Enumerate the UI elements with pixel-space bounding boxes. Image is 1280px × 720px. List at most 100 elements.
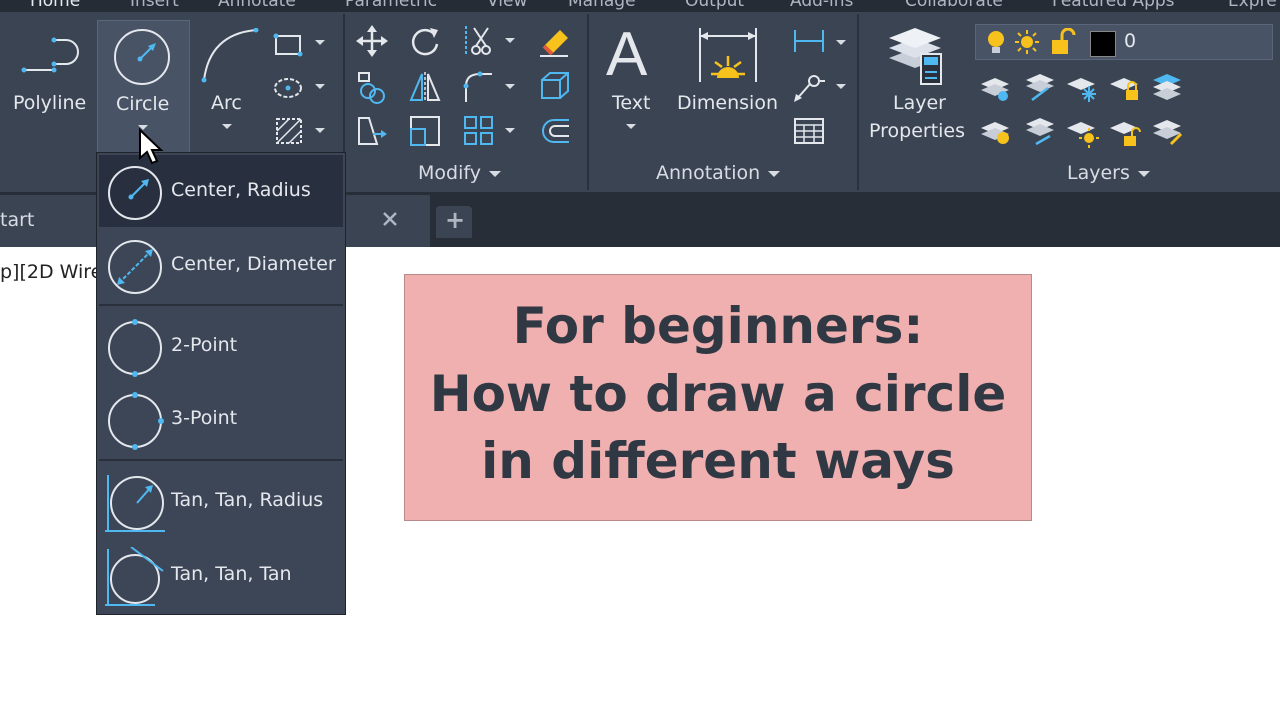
layer-label-line1[interactable]: Layer	[893, 92, 946, 114]
close-icon[interactable]	[381, 210, 399, 228]
chevron-down-icon	[836, 84, 846, 89]
layer-unlock-icon[interactable]	[1108, 114, 1142, 148]
ribbon-tab-bar: Home Insert Annotate Parametric View Man…	[0, 0, 1280, 12]
layer-freeze-icon[interactable]	[1065, 70, 1099, 104]
stretch-icon[interactable]	[355, 114, 389, 148]
menu-separator	[99, 459, 343, 461]
mouse-pointer-icon	[139, 128, 164, 165]
circle-center-diameter-icon	[108, 240, 162, 294]
menu-item-label: Tan, Tan, Tan	[171, 563, 292, 585]
menu-item-label: Center, Radius	[171, 179, 311, 201]
tab-parametric[interactable]: Parametric	[345, 0, 437, 11]
tab-manage[interactable]: Manage	[568, 0, 636, 11]
erase-icon[interactable]	[538, 24, 572, 58]
banner-line-2: How to draw a circle	[429, 365, 1007, 423]
banner-line-3: in different ways	[481, 432, 955, 490]
layers-panel-title[interactable]: Layers	[1067, 162, 1150, 184]
layer-color-swatch	[1090, 31, 1116, 57]
circle-dropdown-menu: Center, Radius Center, Diameter 2-Point …	[96, 152, 346, 615]
chevron-down-icon	[315, 40, 325, 45]
tab-add-ins[interactable]: Add-ins	[790, 0, 853, 11]
scale-icon[interactable]	[408, 114, 442, 148]
chevron-down-icon	[836, 40, 846, 45]
plus-icon: +	[445, 206, 466, 234]
layer-on-icon[interactable]	[979, 114, 1013, 148]
menu-item-2-point[interactable]: 2-Point	[99, 310, 343, 382]
lightbulb-icon	[988, 31, 1004, 53]
chevron-down-icon	[505, 84, 515, 89]
tab-collaborate[interactable]: Collaborate	[905, 0, 1003, 11]
new-tab-button[interactable]: +	[436, 206, 472, 238]
layer-stack-icon[interactable]	[1151, 70, 1185, 104]
panel-separator	[857, 14, 859, 190]
explode-icon[interactable]	[538, 70, 572, 104]
polyline-button[interactable]: Polyline	[13, 92, 86, 114]
layer-thaw-icon[interactable]	[1065, 114, 1099, 148]
circle-tan-tan-radius-icon	[105, 475, 165, 532]
modify-panel-title[interactable]: Modify	[418, 162, 501, 184]
circle-3-point-icon	[108, 392, 164, 450]
table-icon[interactable]	[792, 114, 826, 148]
fillet-icon[interactable]	[462, 70, 496, 104]
chevron-down-icon	[315, 84, 325, 89]
tab-express[interactable]: Expre	[1228, 0, 1277, 11]
leader-icon[interactable]	[792, 70, 826, 104]
mirror-icon[interactable]	[408, 70, 442, 104]
linear-dimension-icon[interactable]	[792, 24, 826, 58]
tab-output[interactable]: Output	[685, 0, 744, 11]
array-icon[interactable]	[462, 114, 496, 148]
viewport-controls-label[interactable]: p][2D Wire	[0, 261, 102, 283]
arc-button[interactable]: Arc	[211, 92, 242, 114]
tab-view[interactable]: View	[487, 0, 527, 11]
polyline-icon[interactable]	[20, 34, 84, 78]
menu-item-tan-tan-tan[interactable]: Tan, Tan, Tan	[99, 539, 343, 611]
chevron-down-icon	[505, 128, 515, 133]
arc-icon[interactable]	[200, 28, 260, 84]
menu-item-label: 3-Point	[171, 407, 238, 429]
menu-item-label: 2-Point	[171, 334, 238, 356]
menu-separator	[99, 304, 343, 306]
chevron-down-icon	[626, 124, 636, 129]
circle-tan-tan-tan-icon	[105, 547, 164, 606]
layer-lock-icon[interactable]	[1108, 70, 1142, 104]
tab-featured-apps[interactable]: Featured Apps	[1052, 0, 1175, 11]
layer-match-icon[interactable]	[1022, 70, 1056, 104]
circle-label: Circle	[116, 93, 170, 115]
rotate-icon[interactable]	[408, 24, 442, 58]
text-button[interactable]: Text	[612, 92, 650, 114]
annotation-panel-title[interactable]: Annotation	[656, 162, 781, 184]
circle-2-point-icon	[108, 319, 162, 377]
layer-label-line2[interactable]: Properties	[869, 120, 965, 142]
layer-dropdown[interactable]: 0	[975, 24, 1273, 60]
panel-separator	[587, 14, 589, 190]
rectangle-icon[interactable]	[272, 28, 306, 62]
move-icon[interactable]	[355, 24, 389, 58]
sun-icon	[1015, 30, 1039, 54]
menu-item-tan-tan-radius[interactable]: Tan, Tan, Radius	[99, 465, 343, 537]
chevron-down-icon	[315, 128, 325, 133]
offset-icon[interactable]	[538, 114, 572, 148]
dimension-button[interactable]: Dimension	[677, 92, 778, 114]
menu-item-center-diameter[interactable]: Center, Diameter	[99, 229, 343, 301]
ellipse-icon[interactable]	[272, 72, 306, 106]
current-layer-name: 0	[1124, 30, 1137, 52]
tab-insert[interactable]: Insert	[130, 0, 179, 11]
file-tab-label: tart	[0, 209, 35, 231]
copy-icon[interactable]	[355, 70, 389, 104]
menu-item-center-radius[interactable]: Center, Radius	[99, 155, 343, 227]
layer-properties-icon[interactable]	[883, 24, 947, 88]
trim-icon[interactable]	[462, 24, 496, 58]
chevron-down-icon	[505, 38, 515, 43]
dimension-icon[interactable]	[697, 26, 759, 84]
circle-center-radius-icon	[108, 166, 162, 220]
menu-item-3-point[interactable]: 3-Point	[99, 383, 343, 455]
layer-isolate-icon[interactable]	[979, 70, 1013, 104]
text-tool-icon[interactable]: A	[606, 24, 660, 86]
hatch-icon[interactable]	[272, 114, 306, 148]
tab-annotate[interactable]: Annotate	[218, 0, 296, 11]
menu-item-label: Center, Diameter	[171, 253, 336, 275]
layer-change-icon[interactable]	[1022, 114, 1056, 148]
layer-merge-icon[interactable]	[1151, 114, 1185, 148]
banner-line-1: For beginners:	[512, 297, 924, 355]
tab-home[interactable]: Home	[30, 0, 80, 11]
